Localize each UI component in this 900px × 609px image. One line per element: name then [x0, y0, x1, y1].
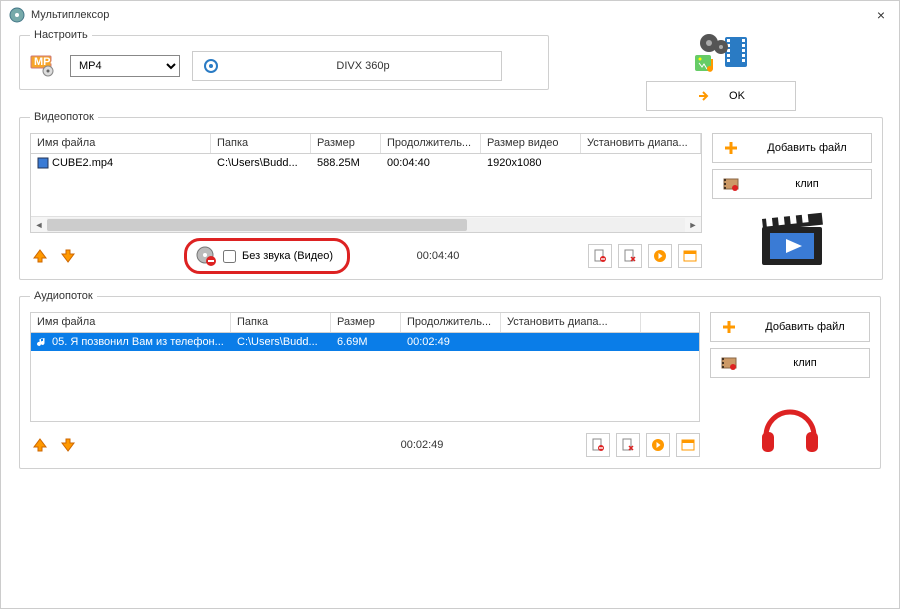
disc-mute-icon: [195, 245, 217, 267]
arrow-right-icon: [697, 89, 711, 103]
plus-icon: [723, 140, 739, 156]
audio-clip-button[interactable]: клип: [710, 348, 870, 378]
video-col-size[interactable]: Размер: [311, 134, 381, 153]
audio-col-range[interactable]: Установить диапа...: [501, 313, 641, 332]
audio-table: Имя файла Папка Размер Продолжитель... У…: [30, 312, 700, 422]
page-delete-icon: [621, 438, 635, 452]
play-icon: [653, 249, 667, 263]
app-icon: [9, 7, 25, 23]
gear-icon: [203, 58, 219, 74]
audio-col-duration[interactable]: Продолжитель...: [401, 313, 501, 332]
window-icon: [683, 249, 697, 263]
audio-remove-button[interactable]: [586, 433, 610, 457]
page-delete-icon: [623, 249, 637, 263]
video-scrollbar[interactable]: ◄ ►: [31, 216, 701, 232]
settings-legend: Настроить: [30, 29, 92, 41]
audio-col-folder[interactable]: Папка: [231, 313, 331, 332]
clapperboard-icon: [756, 211, 828, 269]
mp4-file-icon: MP4: [30, 55, 58, 77]
preset-label: DIVX 360p: [235, 60, 491, 72]
video-col-range[interactable]: Установить диапа...: [581, 134, 701, 153]
format-select[interactable]: MP4: [70, 55, 180, 77]
video-remove-button[interactable]: [588, 244, 612, 268]
titlebar: Мультиплексор ×: [1, 1, 899, 29]
scroll-left-icon[interactable]: ◄: [31, 217, 47, 233]
audio-delete-button[interactable]: [616, 433, 640, 457]
video-play-button[interactable]: [648, 244, 672, 268]
media-collage-icon: [691, 33, 751, 75]
audio-legend: Аудиопоток: [30, 290, 97, 302]
page-remove-icon: [593, 249, 607, 263]
move-down-button[interactable]: [58, 246, 78, 266]
audio-stream-group: Аудиопоток Имя файла Папка Размер Продол…: [19, 290, 881, 469]
video-stream-group: Видеопоток Имя файла Папка Размер Продол…: [19, 111, 883, 280]
audio-col-size[interactable]: Размер: [331, 313, 401, 332]
page-remove-icon: [591, 438, 605, 452]
audio-move-down-button[interactable]: [58, 435, 78, 455]
scroll-right-icon[interactable]: ►: [685, 217, 701, 233]
mute-video-label: Без звука (Видео): [242, 250, 333, 262]
multiplexer-window: Мультиплексор × Настроить MP4 MP4 DIVX 3…: [0, 0, 900, 609]
video-add-file-button[interactable]: Добавить файл: [712, 133, 872, 163]
video-col-duration[interactable]: Продолжитель...: [381, 134, 481, 153]
video-info-button[interactable]: [678, 244, 702, 268]
audio-file-icon: [37, 336, 49, 348]
audio-col-name[interactable]: Имя файла: [31, 313, 231, 332]
window-title: Мультиплексор: [31, 9, 871, 21]
ok-button[interactable]: OK: [646, 81, 796, 111]
audio-add-file-button[interactable]: Добавить файл: [710, 312, 870, 342]
plus-icon: [721, 319, 737, 335]
video-col-name[interactable]: Имя файла: [31, 134, 211, 153]
window-icon: [681, 438, 695, 452]
video-clip-button[interactable]: клип: [712, 169, 872, 199]
audio-play-button[interactable]: [646, 433, 670, 457]
audio-row[interactable]: 05. Я позвонил Вам из телефон... C:\User…: [31, 333, 699, 351]
video-table: Имя файла Папка Размер Продолжитель... Р…: [30, 133, 702, 233]
video-row[interactable]: CUBE2.mp4 C:\Users\Budd... 588.25M 00:04…: [31, 154, 701, 172]
move-up-button[interactable]: [30, 246, 50, 266]
filmstrip-icon: [721, 355, 737, 371]
preset-box[interactable]: DIVX 360p: [192, 51, 502, 81]
play-icon: [651, 438, 665, 452]
close-button[interactable]: ×: [871, 5, 891, 25]
video-file-icon: [37, 157, 49, 169]
video-total-duration: 00:04:40: [358, 250, 518, 262]
ok-label: OK: [729, 90, 745, 102]
mute-video-highlight: Без звука (Видео): [184, 238, 350, 274]
audio-move-up-button[interactable]: [30, 435, 50, 455]
settings-group: Настроить MP4 MP4 DIVX 360p: [19, 29, 549, 90]
filmstrip-icon: [723, 176, 739, 192]
video-col-resolution[interactable]: Размер видео: [481, 134, 581, 153]
mute-video-checkbox[interactable]: [223, 250, 236, 263]
audio-info-button[interactable]: [676, 433, 700, 457]
headphones-icon: [754, 396, 826, 454]
video-delete-button[interactable]: [618, 244, 642, 268]
audio-total-duration: 00:02:49: [342, 439, 502, 451]
video-col-folder[interactable]: Папка: [211, 134, 311, 153]
video-legend: Видеопоток: [30, 111, 98, 123]
